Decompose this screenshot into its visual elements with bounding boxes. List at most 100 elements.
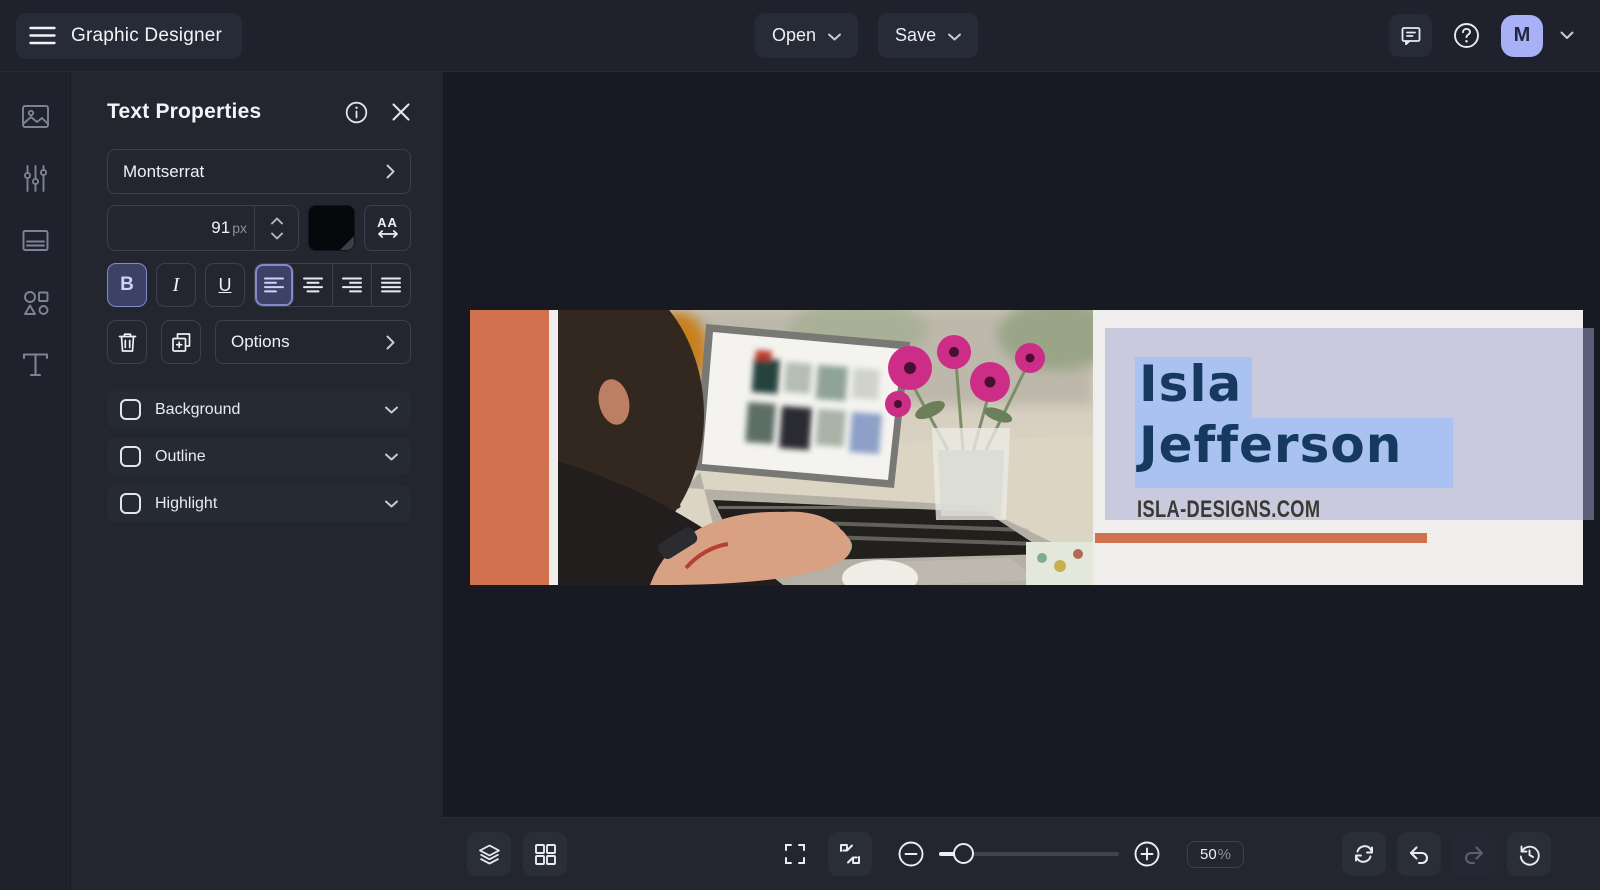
panel-close-button[interactable] xyxy=(391,102,411,122)
zoom-unit: % xyxy=(1218,846,1231,863)
highlight-label: Highlight xyxy=(155,495,371,513)
align-left-icon xyxy=(264,277,284,293)
open-button-label: Open xyxy=(772,25,816,46)
zoom-out-button[interactable] xyxy=(897,840,925,868)
sidebar-item-images[interactable] xyxy=(18,99,52,133)
align-right-icon xyxy=(342,277,362,293)
align-center-icon xyxy=(303,277,323,293)
duplicate-icon xyxy=(171,332,192,353)
font-color-swatch[interactable] xyxy=(308,205,355,251)
avatar[interactable]: M xyxy=(1501,15,1543,57)
top-bar: Graphic Designer Open Save M xyxy=(0,0,1600,72)
redo-button[interactable] xyxy=(1452,832,1496,876)
sidebar-item-shapes[interactable] xyxy=(18,285,52,319)
chevron-down-icon xyxy=(948,33,961,41)
italic-button[interactable]: I xyxy=(156,263,196,307)
main-layout: Text Properties Montserrat 91px xyxy=(0,72,1600,890)
help-icon xyxy=(1453,22,1480,49)
font-family-selector[interactable]: Montserrat xyxy=(107,149,411,194)
bottom-toolbar: 50% xyxy=(443,817,1600,890)
zoom-slider[interactable] xyxy=(939,843,1119,865)
chevron-down-icon xyxy=(385,500,398,508)
zoom-in-button[interactable] xyxy=(1133,840,1161,868)
highlight-checkbox[interactable] xyxy=(120,493,141,514)
font-size-unit: px xyxy=(232,220,247,236)
delete-button[interactable] xyxy=(107,320,147,364)
design-artboard[interactable]: Isla Jefferson ISLA-DESIGNS.COM xyxy=(470,310,1583,585)
pages-grid-button[interactable] xyxy=(523,832,567,876)
panel-info-button[interactable] xyxy=(345,101,368,124)
fit-to-screen-button[interactable] xyxy=(828,832,872,876)
background-checkbox[interactable] xyxy=(120,399,141,420)
save-button-label: Save xyxy=(895,25,936,46)
background-toggle-row[interactable]: Background xyxy=(107,391,411,428)
feedback-button[interactable] xyxy=(1389,14,1432,57)
undo-button[interactable] xyxy=(1397,832,1441,876)
underline-button[interactable]: U xyxy=(205,263,245,307)
layers-icon xyxy=(477,842,502,867)
highlight-expand-button[interactable] xyxy=(385,500,398,508)
align-left-button[interactable] xyxy=(255,264,294,306)
desk-photo[interactable] xyxy=(558,310,1093,585)
align-justify-icon xyxy=(381,277,401,293)
canvas-area[interactable]: Isla Jefferson ISLA-DESIGNS.COM xyxy=(443,72,1600,890)
font-size-increase-button[interactable] xyxy=(271,217,283,225)
fullscreen-icon xyxy=(783,842,807,866)
bold-button[interactable]: B xyxy=(107,263,147,307)
orange-underline-shape[interactable] xyxy=(1095,533,1427,543)
fit-screen-icon xyxy=(838,842,862,866)
letter-spacing-icon: AA xyxy=(377,217,398,229)
panel-title: Text Properties xyxy=(107,100,345,124)
bold-label: B xyxy=(120,274,134,296)
font-size-input[interactable]: 91px xyxy=(108,206,254,250)
stepper-up-icon xyxy=(271,217,283,225)
left-icon-rail xyxy=(0,72,71,890)
save-button[interactable]: Save xyxy=(878,13,978,58)
chevron-down-icon xyxy=(385,453,398,461)
align-right-button[interactable] xyxy=(333,264,372,306)
close-icon xyxy=(391,102,411,122)
undo-icon xyxy=(1407,842,1431,866)
orange-side-bar-shape[interactable] xyxy=(470,310,549,585)
background-expand-button[interactable] xyxy=(385,406,398,414)
history-button[interactable] xyxy=(1507,832,1551,876)
highlight-toggle-row[interactable]: Highlight xyxy=(107,485,411,522)
duplicate-button[interactable] xyxy=(161,320,201,364)
sidebar-item-text[interactable] xyxy=(18,347,52,381)
horizontal-arrows-icon xyxy=(377,229,399,239)
redo-icon xyxy=(1462,842,1486,866)
website-text[interactable]: ISLA-DESIGNS.COM xyxy=(1137,496,1320,524)
zoom-percentage-field[interactable]: 50% xyxy=(1187,841,1244,868)
outline-toggle-row[interactable]: Outline xyxy=(107,438,411,475)
layers-button[interactable] xyxy=(467,832,511,876)
align-center-button[interactable] xyxy=(294,264,333,306)
comment-icon xyxy=(1399,24,1423,48)
refresh-icon xyxy=(1352,842,1376,866)
font-size-decrease-button[interactable] xyxy=(271,232,283,240)
background-label: Background xyxy=(155,401,371,419)
banner-icon xyxy=(19,224,52,257)
main-menu-button[interactable]: Graphic Designer xyxy=(16,13,242,59)
trash-icon xyxy=(118,332,137,353)
headline-line-1: Isla xyxy=(1139,354,1402,415)
headline-text[interactable]: Isla Jefferson xyxy=(1139,354,1402,476)
file-actions: Open Save xyxy=(755,13,978,58)
fullscreen-button[interactable] xyxy=(773,832,817,876)
help-button[interactable] xyxy=(1445,14,1488,57)
zoom-slider-knob[interactable] xyxy=(953,843,974,864)
lavender-overflow-dimmed xyxy=(1583,328,1594,520)
outline-checkbox[interactable] xyxy=(120,446,141,467)
align-justify-button[interactable] xyxy=(372,264,410,306)
chevron-down-icon xyxy=(828,33,841,41)
sidebar-item-adjustments[interactable] xyxy=(18,161,52,195)
account-menu-button[interactable] xyxy=(1556,27,1578,44)
outline-expand-button[interactable] xyxy=(385,453,398,461)
topbar-right-group: M xyxy=(1389,14,1578,57)
underline-label: U xyxy=(219,275,232,296)
options-button[interactable]: Options xyxy=(215,320,411,364)
refresh-button[interactable] xyxy=(1342,832,1386,876)
avatar-initial: M xyxy=(1514,24,1531,47)
open-button[interactable]: Open xyxy=(755,13,858,58)
letter-spacing-button[interactable]: AA xyxy=(364,205,411,251)
sidebar-item-header-blocks[interactable] xyxy=(18,223,52,257)
